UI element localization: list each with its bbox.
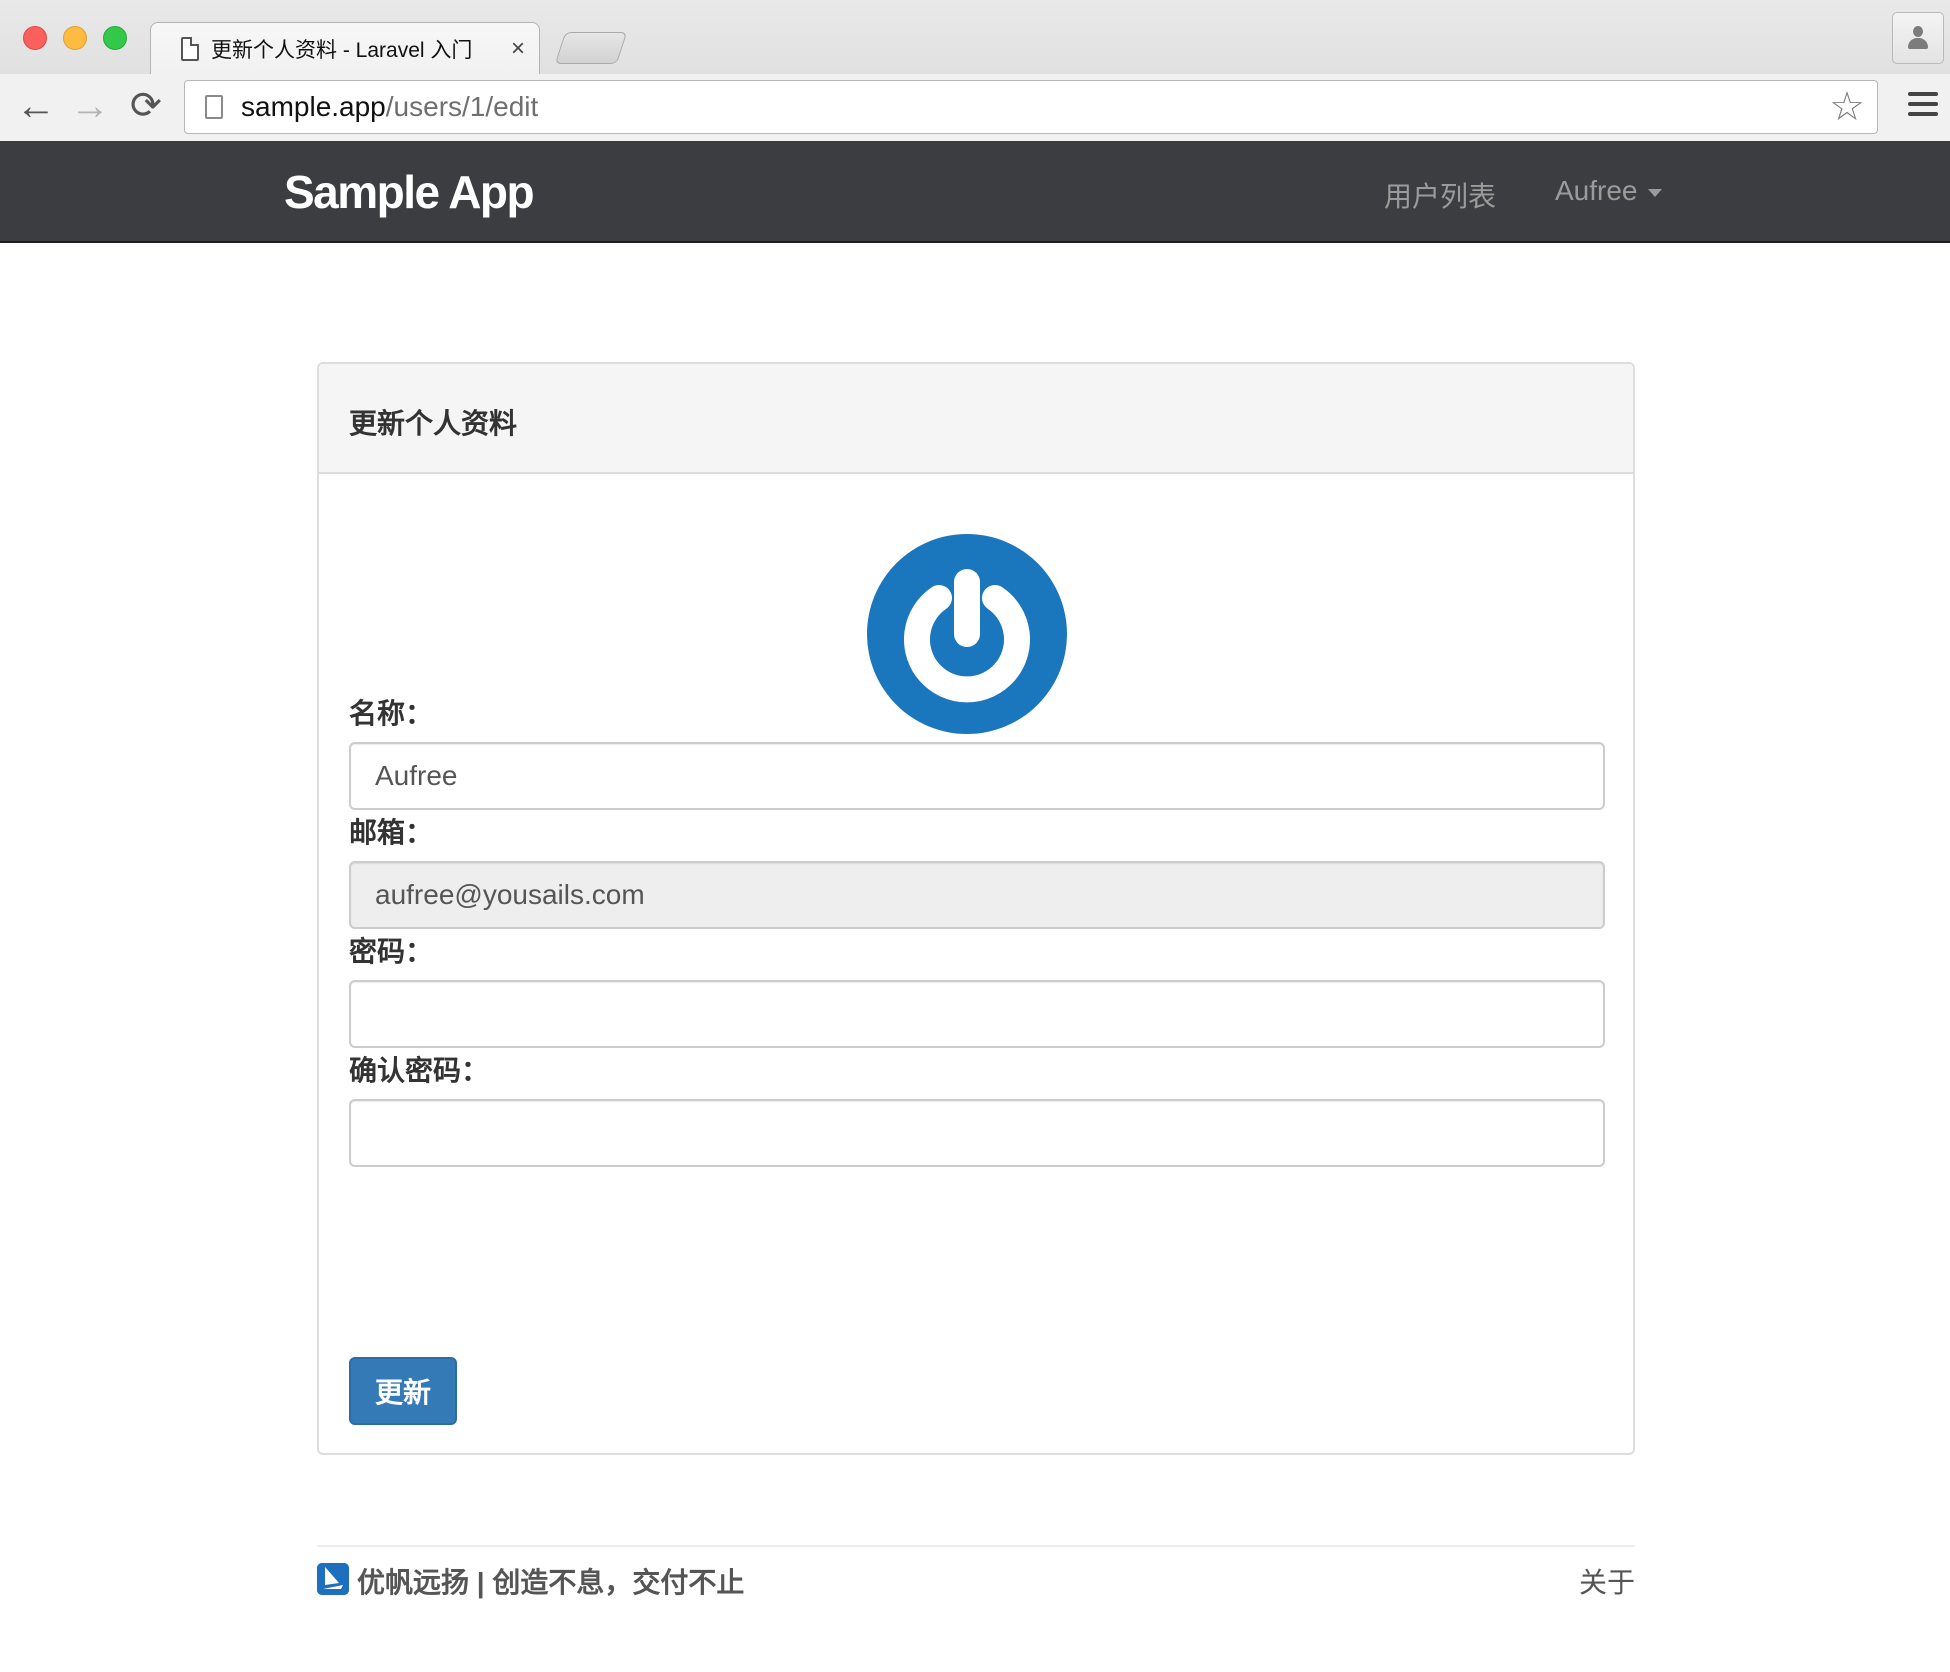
- password-confirm-label: 确认密码：: [349, 1055, 490, 1086]
- gravatar-power-icon[interactable]: [867, 534, 1067, 734]
- name-label: 名称：: [349, 698, 434, 729]
- minimize-window-button[interactable]: [63, 26, 87, 50]
- back-arrow-icon[interactable]: ←: [16, 86, 56, 126]
- tab-title: 更新个人资料 - Laravel 入门: [211, 38, 473, 62]
- footer-company-text[interactable]: 优帆远扬 | 创造不息，交付不止: [357, 1561, 744, 1601]
- email-input-disabled: aufree@yousails.com: [349, 861, 1605, 929]
- maximize-window-button[interactable]: [103, 26, 127, 50]
- caret-down-icon: [1647, 188, 1662, 197]
- company-sail-logo-icon: [317, 1563, 349, 1595]
- tab-close-icon[interactable]: ×: [511, 35, 525, 63]
- browser-profile-button[interactable]: [1892, 12, 1944, 64]
- update-button[interactable]: 更新: [349, 1357, 457, 1425]
- browser-tab-active[interactable]: 更新个人资料 - Laravel 入门 ×: [150, 22, 540, 74]
- user-dropdown-toggle[interactable]: Aufree: [1555, 175, 1662, 207]
- forward-arrow-icon[interactable]: →: [70, 86, 110, 126]
- email-label: 邮箱：: [349, 817, 434, 848]
- edit-profile-panel: 更新个人资料 名称： Aufree 邮箱： aufree@yousails.co…: [317, 362, 1635, 1455]
- panel-title: 更新个人资料: [349, 408, 518, 439]
- reload-icon[interactable]: ⟳: [130, 86, 162, 126]
- url-path: /users/1/edit: [385, 91, 539, 122]
- browser-toolbar: ← → ⟳ sample.app/users/1/edit ☆: [0, 74, 1950, 141]
- new-tab-button[interactable]: [554, 32, 628, 64]
- url-host: sample.app: [241, 91, 386, 122]
- app-navbar: Sample App 用户列表 Aufree: [0, 141, 1950, 243]
- password-confirm-input[interactable]: [349, 1099, 1605, 1167]
- brand-logo-link[interactable]: Sample App: [284, 165, 535, 219]
- user-dropdown-label: Aufree: [1555, 175, 1638, 206]
- browser-chrome: 更新个人资料 - Laravel 入门 × ← → ⟳ sample.app/u…: [0, 0, 1950, 141]
- person-icon: [1907, 26, 1929, 50]
- name-input[interactable]: Aufree: [349, 742, 1605, 810]
- password-input[interactable]: [349, 980, 1605, 1048]
- close-window-button[interactable]: [23, 26, 47, 50]
- page-footer: 优帆远扬 | 创造不息，交付不止 关于: [317, 1545, 1635, 1625]
- address-bar[interactable]: sample.app/users/1/edit ☆: [184, 80, 1878, 134]
- panel-heading: 更新个人资料: [319, 364, 1633, 474]
- bookmark-star-icon[interactable]: ☆: [1829, 87, 1865, 127]
- page-info-icon[interactable]: [205, 95, 223, 119]
- footer-about-link[interactable]: 关于: [1579, 1561, 1635, 1601]
- page-document-icon: [181, 36, 199, 61]
- password-label: 密码：: [349, 936, 434, 967]
- browser-menu-icon[interactable]: [1908, 92, 1938, 120]
- nav-users-link[interactable]: 用户列表: [1384, 175, 1496, 215]
